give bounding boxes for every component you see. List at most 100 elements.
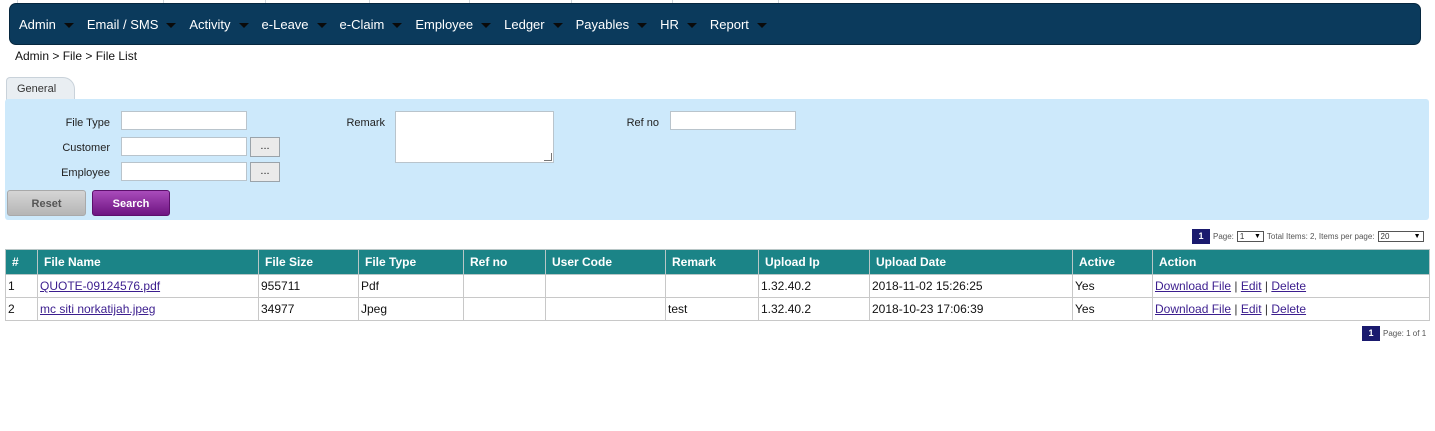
col-header-upload-date[interactable]: Upload Date [869,249,1073,275]
cell-action: Download File | Edit | Delete [1152,274,1430,298]
table-row: 1 QUOTE-09124576.pdf 955711 Pdf 1.32.40.… [5,274,1430,298]
download-file-link[interactable]: Download File [1155,302,1231,316]
cell-user-code [545,297,666,321]
dropdown-arrow-icon: ▼ [1253,233,1261,240]
customer-input[interactable] [121,137,247,156]
delete-link[interactable]: Delete [1271,279,1306,293]
nav-label: Email / SMS [86,16,159,32]
chevron-down-icon [63,23,74,28]
chevron-down-icon [756,23,767,28]
download-file-link[interactable]: Download File [1155,279,1231,293]
customer-lookup-button[interactable]: ... [250,137,280,157]
pager-summary: Total Items: 2, Items per page: [1266,232,1375,241]
col-header-user-code[interactable]: User Code [545,249,666,275]
cell-user-code [545,274,666,298]
items-per-page-select[interactable]: 20 ▼ [1377,231,1424,242]
cell-action: Download File | Edit | Delete [1152,297,1430,321]
cell-ref-no [463,274,546,298]
col-header-ref-no[interactable]: Ref no [463,249,546,275]
page-number-current[interactable]: 1 [1192,229,1210,244]
nav-activity[interactable]: Activity [189,16,249,32]
nav-employee[interactable]: Employee [415,16,492,32]
employee-input[interactable] [121,162,247,181]
cell-remark [665,274,759,298]
main-navbar: Admin Email / SMS Activity e-Leave e-Cla… [10,4,1420,44]
col-header-file-name[interactable]: File Name [37,249,259,275]
nav-hr[interactable]: HR [660,17,697,32]
delete-link[interactable]: Delete [1271,302,1306,316]
cell-file-name: QUOTE-09124576.pdf [37,274,259,298]
cell-upload-ip: 1.32.40.2 [758,274,870,298]
file-type-label: File Type [65,117,110,129]
nav-e-claim[interactable]: e-Claim [340,17,403,32]
nav-report[interactable]: Report [710,17,767,32]
search-button[interactable]: Search [92,190,170,216]
pager-top: 1 Page: 1 ▼ Total Items: 2, Items per pag… [1192,229,1427,244]
page-select-value: 1 [1239,232,1245,241]
action-separator: | [1234,302,1238,316]
edit-link[interactable]: Edit [1241,302,1262,316]
nav-label: Activity [189,16,231,32]
file-name-link[interactable]: mc siti norkatijah.jpeg [40,302,155,316]
cell-remark: test [665,297,759,321]
cell-upload-date: 2018-10-23 17:06:39 [869,297,1073,321]
nav-ledger[interactable]: Ledger [504,16,563,32]
employee-label: Employee [61,167,110,179]
file-name-link[interactable]: QUOTE-09124576.pdf [40,279,160,293]
cell-ref-no [463,297,546,321]
remark-textarea[interactable] [395,111,554,163]
page-label: Page: [1213,232,1234,241]
chevron-down-icon [686,23,697,28]
col-header-action: Action [1152,249,1430,275]
nav-label: e-Claim [339,16,385,32]
cell-file-type: Pdf [358,274,464,298]
action-separator: | [1264,302,1269,316]
page-number-current[interactable]: 1 [1362,326,1380,341]
cell-file-size: 955711 [258,274,359,298]
remark-label: Remark [346,117,385,129]
chevron-down-icon [238,23,249,28]
table-header-row: # File Name File Size File Type Ref no U… [5,249,1430,275]
nav-label: HR [660,16,679,32]
chevron-down-icon [316,23,327,28]
reset-button[interactable]: Reset [7,190,86,216]
table-row: 2 mc siti norkatijah.jpeg 34977 Jpeg tes… [5,297,1430,321]
edit-link[interactable]: Edit [1241,279,1262,293]
nav-email-sms[interactable]: Email / SMS [87,17,177,32]
employee-lookup-button[interactable]: ... [250,162,280,182]
col-header-number[interactable]: # [5,249,38,275]
nav-label: Payables [575,16,630,32]
nav-label: Report [709,16,749,32]
pager-summary: Page: 1 of 1 [1383,329,1427,338]
action-separator: | [1264,279,1269,293]
col-header-file-type[interactable]: File Type [358,249,464,275]
cell-number: 2 [5,297,38,321]
pager-bottom: 1 Page: 1 of 1 [1362,326,1426,341]
chevron-down-icon [481,23,492,28]
cell-file-type: Jpeg [358,297,464,321]
col-header-remark[interactable]: Remark [665,249,759,275]
cell-active: Yes [1072,297,1153,321]
page-select[interactable]: 1 ▼ [1236,231,1264,242]
customer-label: Customer [62,142,110,154]
nav-label: Ledger [504,16,545,32]
chevron-down-icon [552,23,563,28]
col-header-upload-ip[interactable]: Upload Ip [758,249,870,275]
nav-e-leave[interactable]: e-Leave [262,17,327,32]
file-type-input[interactable] [121,111,247,130]
chevron-down-icon [166,23,177,28]
nav-label: Employee [415,16,474,32]
cell-file-size: 34977 [258,297,359,321]
action-separator: | [1234,279,1238,293]
cell-upload-ip: 1.32.40.2 [758,297,870,321]
col-header-active[interactable]: Active [1072,249,1153,275]
ref-no-input[interactable] [670,111,796,130]
nav-label: e-Leave [261,16,309,32]
col-header-file-size[interactable]: File Size [258,249,359,275]
per-page-value: 20 [1380,232,1390,241]
tab-general[interactable]: General [6,77,76,100]
nav-admin[interactable]: Admin [19,17,74,32]
chevron-down-icon [392,23,403,28]
resize-grip-icon[interactable] [544,153,552,161]
nav-payables[interactable]: Payables [575,16,648,32]
